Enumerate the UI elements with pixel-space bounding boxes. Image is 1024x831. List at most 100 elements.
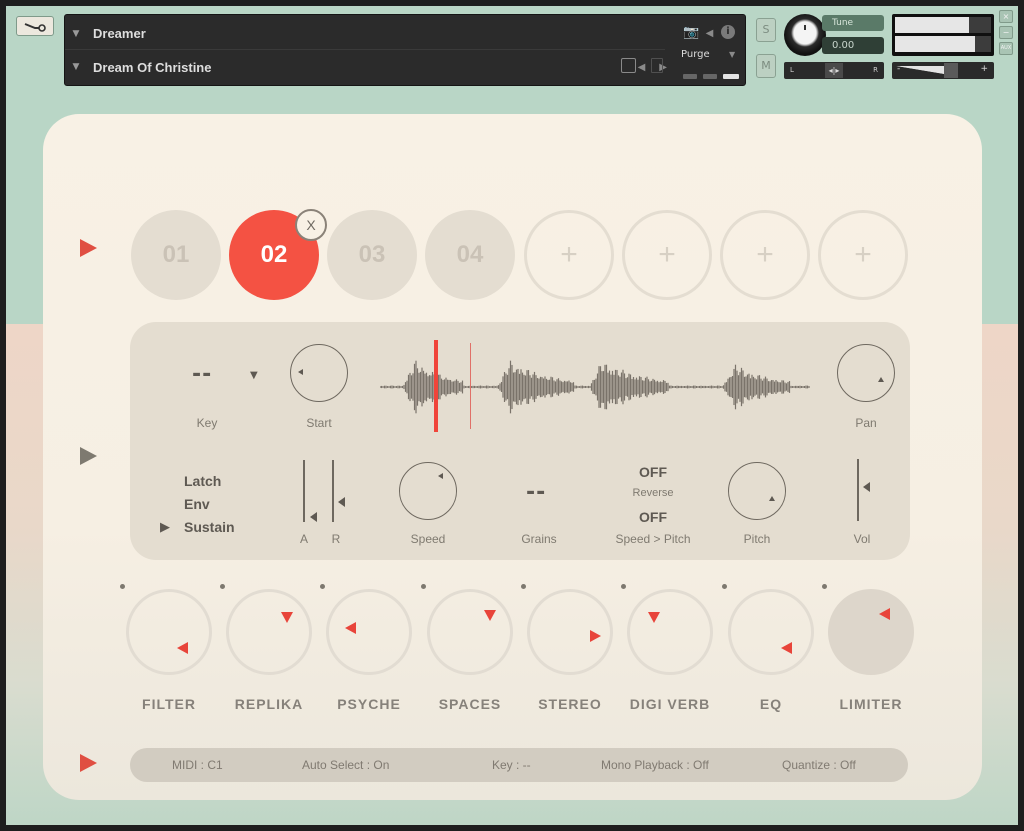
vol-slider[interactable] [857, 459, 859, 521]
effect-enable-dot[interactable] [220, 584, 225, 589]
pan-knob[interactable] [837, 344, 895, 402]
effect-enable-dot[interactable] [320, 584, 325, 589]
solo-button[interactable]: S [756, 18, 776, 42]
loop-end-marker[interactable] [470, 343, 471, 429]
pan-right-label: R [873, 66, 878, 74]
tune-value[interactable]: 0.00 [822, 37, 884, 54]
effect-enable-dot[interactable] [822, 584, 827, 589]
release-label: R [331, 532, 341, 546]
preset-dropdown-icon[interactable]: ▼ [65, 62, 87, 72]
pan-handle[interactable]: ◂|▸ [825, 63, 843, 78]
trash-icon[interactable] [651, 58, 663, 73]
waveform-display[interactable] [380, 340, 810, 434]
effect-knob-indicator [281, 612, 293, 623]
purge-dropdown-icon[interactable]: ▼ [729, 50, 735, 59]
status-bar: MIDI : C1 Auto Select : On Key : -- Mono… [130, 748, 908, 782]
key-status[interactable]: Key : -- [492, 758, 531, 772]
main-panel: 01 02 03 04 + + + + X -- ▼ Key Start Pan… [43, 114, 982, 800]
info-icon[interactable]: i [721, 25, 735, 39]
play-status-icon[interactable] [80, 754, 97, 772]
reverse-toggle[interactable]: OFF [638, 464, 668, 480]
volume-handle[interactable] [944, 63, 958, 78]
volume-slider[interactable]: - + [892, 62, 994, 79]
quantize-status[interactable]: Quantize : Off [782, 758, 856, 772]
effect-knob-indicator [648, 612, 660, 623]
pitch-knob[interactable] [728, 462, 786, 520]
effect-knob[interactable] [527, 589, 613, 675]
attack-label: A [299, 532, 308, 546]
auto-select-status[interactable]: Auto Select : On [302, 758, 389, 772]
attack-slider[interactable] [303, 460, 305, 522]
speed-knob[interactable] [399, 462, 457, 520]
purge-menu[interactable]: Purge [681, 49, 710, 60]
release-handle[interactable] [338, 497, 345, 507]
level-indicator [683, 74, 697, 79]
save-icon[interactable] [621, 58, 636, 73]
prev-instrument-icon[interactable]: ◀ [706, 28, 714, 39]
effect-knob[interactable] [828, 589, 914, 675]
slot-01[interactable]: 01 [131, 210, 221, 300]
effect-knob[interactable] [126, 589, 212, 675]
vol-handle[interactable] [863, 482, 870, 492]
effect-label[interactable]: LIMITER [811, 696, 931, 712]
midi-status[interactable]: MIDI : C1 [172, 758, 223, 772]
key-dropdown-icon[interactable]: ▼ [250, 370, 258, 381]
wrench-button[interactable] [16, 16, 54, 36]
mute-button[interactable]: M [756, 54, 776, 78]
instrument-header: ▼ Dreamer ◀▶ ▼ Dream Of Christine ◀▶ 📷 i… [64, 14, 746, 86]
effect-knob[interactable] [427, 589, 513, 675]
release-slider[interactable] [332, 460, 334, 522]
effect-enable-dot[interactable] [722, 584, 727, 589]
selected-mode-icon: ▶ [160, 520, 170, 535]
pan-slider[interactable]: L ◂|▸ R [784, 62, 884, 79]
add-slot-button[interactable]: + [524, 210, 614, 300]
pitch-label: Pitch [743, 532, 771, 546]
effect-enable-dot[interactable] [621, 584, 626, 589]
remove-slot-button[interactable]: X [295, 209, 327, 241]
prev-preset-icon[interactable]: ◀ [638, 62, 646, 73]
effect-enable-dot[interactable] [120, 584, 125, 589]
instrument-dropdown-icon[interactable]: ▼ [65, 29, 87, 39]
tune-knob[interactable] [784, 14, 826, 56]
close-button[interactable]: × [999, 10, 1013, 23]
playhead-marker[interactable] [434, 340, 438, 432]
meter-right [895, 36, 991, 52]
add-slot-button[interactable]: + [818, 210, 908, 300]
start-label: Start [306, 416, 332, 430]
start-knob[interactable] [290, 344, 348, 402]
level-indicator [723, 74, 739, 79]
effect-knob[interactable] [326, 589, 412, 675]
mode-latch[interactable]: Latch [184, 473, 221, 489]
effect-knob[interactable] [226, 589, 312, 675]
mode-env[interactable]: Env [184, 496, 210, 512]
sample-editor: -- ▼ Key Start Pan Latch Env Sustain ▶ A… [130, 322, 910, 560]
camera-icon[interactable]: 📷 [683, 25, 699, 40]
preset-name[interactable]: Dream Of Christine [93, 60, 211, 75]
slot-04[interactable]: 04 [425, 210, 515, 300]
effect-knob-indicator [484, 610, 496, 621]
minimize-button[interactable]: − [999, 26, 1013, 39]
attack-handle[interactable] [310, 512, 317, 522]
add-slot-button[interactable]: + [622, 210, 712, 300]
mode-sustain[interactable]: Sustain [184, 519, 235, 535]
aux-button[interactable]: AUX [999, 42, 1013, 55]
reverse-label: Reverse [632, 487, 674, 499]
tune-label: Tune [822, 15, 884, 31]
add-slot-button[interactable]: + [720, 210, 810, 300]
speed-pitch-toggle[interactable]: OFF [638, 509, 668, 525]
key-label: Key [196, 416, 218, 430]
key-value[interactable]: -- [192, 362, 212, 387]
effect-enable-dot[interactable] [521, 584, 526, 589]
mono-playback-status[interactable]: Mono Playback : Off [601, 758, 709, 772]
play-sample-icon[interactable] [80, 447, 97, 465]
effect-enable-dot[interactable] [421, 584, 426, 589]
play-slots-icon[interactable] [80, 239, 97, 257]
meter-left [895, 17, 991, 33]
instrument-name[interactable]: Dreamer [93, 26, 146, 41]
slot-03[interactable]: 03 [327, 210, 417, 300]
effect-knob[interactable] [728, 589, 814, 675]
effect-knob[interactable] [627, 589, 713, 675]
grains-value[interactable]: -- [526, 480, 546, 505]
effect-knob-indicator [781, 642, 792, 654]
effect-knob-indicator [345, 622, 356, 634]
